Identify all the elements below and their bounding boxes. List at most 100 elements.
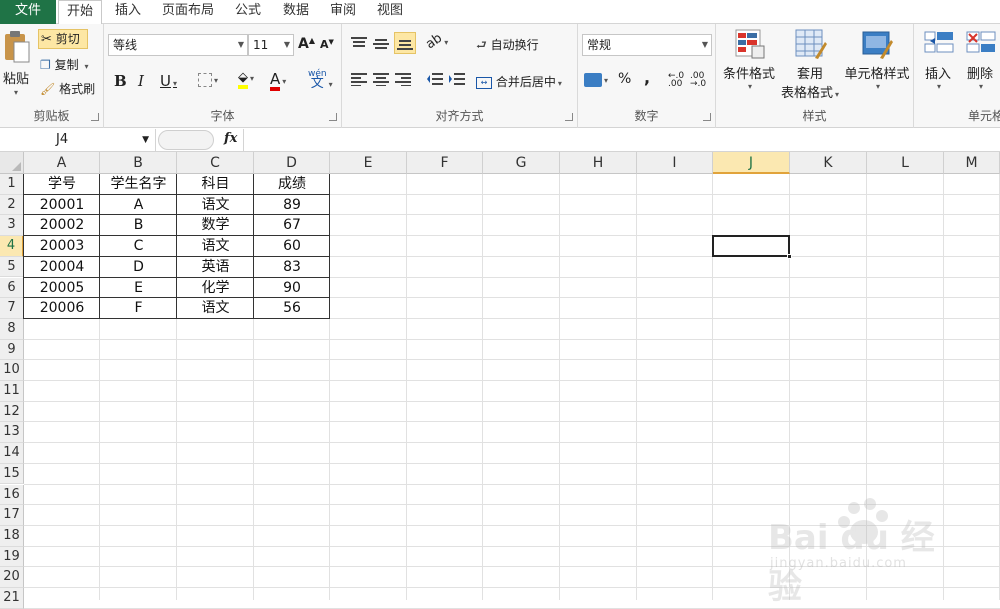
comma-button[interactable]: ,	[644, 68, 650, 87]
cell-a3[interactable]: 20002	[24, 215, 100, 236]
copy-button[interactable]: ❐ 复制 ▾	[40, 56, 88, 76]
font-color-button[interactable]: A ▾	[270, 70, 286, 91]
insert-cells-button[interactable]: 插入 ▾	[918, 28, 958, 98]
column-header-j[interactable]: J	[713, 152, 790, 174]
cell-b7[interactable]: F	[100, 298, 177, 319]
cell-b2[interactable]: A	[100, 195, 177, 216]
number-launcher-icon[interactable]	[703, 113, 711, 121]
conditional-format-button[interactable]: 条件格式 ▾	[718, 28, 780, 98]
select-all-corner[interactable]	[0, 152, 24, 174]
align-middle-button[interactable]	[372, 36, 390, 53]
column-header-d[interactable]: D	[254, 152, 330, 174]
active-cell-highlight[interactable]	[712, 235, 790, 257]
cell-b3[interactable]: B	[100, 215, 177, 236]
row-header-18[interactable]: 18	[0, 525, 24, 547]
cell-c1[interactable]: 科目	[177, 174, 254, 195]
fill-color-button[interactable]: ⬙ ▾	[238, 70, 254, 89]
row-header-4[interactable]: 4	[0, 236, 24, 257]
tab-insert[interactable]: 插入	[108, 0, 148, 24]
cell-c6[interactable]: 化学	[177, 278, 254, 299]
decrease-decimal-button[interactable]: .00 →.0	[690, 72, 706, 89]
cell-a1[interactable]: 学号	[24, 174, 100, 195]
column-header-m[interactable]: M	[944, 152, 1000, 174]
merge-center-button[interactable]: ↔ 合并后居中 ▾	[476, 73, 562, 90]
accounting-format-button[interactable]: ▾	[584, 72, 608, 87]
align-center-button[interactable]	[372, 72, 390, 89]
column-header-i[interactable]: I	[637, 152, 713, 174]
name-box[interactable]: J4 ▼	[0, 129, 156, 151]
row-header-10[interactable]: 10	[0, 360, 24, 381]
cell-d1[interactable]: 成绩	[254, 174, 330, 195]
cell-a4[interactable]: 20003	[24, 236, 100, 257]
paste-button[interactable]: 粘贴 ▾	[2, 28, 32, 108]
orientation-button[interactable]: ab▾	[423, 31, 448, 53]
cell-a2[interactable]: 20001	[24, 195, 100, 216]
italic-button[interactable]: I	[138, 72, 144, 90]
tab-file[interactable]: 文件	[0, 0, 56, 24]
align-top-button[interactable]	[350, 36, 368, 53]
delete-cells-button[interactable]: 删除 ▾	[960, 28, 1000, 98]
row-header-21[interactable]: 21	[0, 588, 24, 609]
bold-button[interactable]: B	[114, 72, 127, 90]
row-header-9[interactable]: 9	[0, 339, 24, 361]
cell-d2[interactable]: 89	[254, 195, 330, 216]
font-launcher-icon[interactable]	[329, 113, 337, 121]
column-header-h[interactable]: H	[560, 152, 637, 174]
row-header-13[interactable]: 13	[0, 422, 24, 444]
fill-handle[interactable]	[787, 253, 792, 259]
cell-c7[interactable]: 语文	[177, 298, 254, 319]
row-header-16[interactable]: 16	[0, 484, 24, 506]
cell-b1[interactable]: 学生名字	[100, 174, 177, 195]
format-painter-button[interactable]: 🖌 格式刷	[40, 80, 95, 100]
align-bottom-button[interactable]	[394, 32, 416, 54]
row-header-2[interactable]: 2	[0, 194, 24, 216]
alignment-launcher-icon[interactable]	[565, 113, 573, 121]
row-header-14[interactable]: 14	[0, 443, 24, 464]
formula-input[interactable]	[243, 129, 1000, 151]
cell-c4[interactable]: 语文	[177, 236, 254, 257]
tab-home[interactable]: 开始	[58, 0, 102, 25]
align-right-button[interactable]	[394, 72, 412, 89]
cell-b5[interactable]: D	[100, 257, 177, 278]
clipboard-launcher-icon[interactable]	[91, 113, 99, 121]
cell-d4[interactable]: 60	[254, 236, 330, 257]
cell-c3[interactable]: 数学	[177, 215, 254, 236]
column-header-l[interactable]: L	[867, 152, 944, 174]
cell-c5[interactable]: 英语	[177, 257, 254, 278]
cell-styles-button[interactable]: 单元格样式 ▾	[842, 28, 912, 98]
cell-b6[interactable]: E	[100, 278, 177, 299]
cell-d6[interactable]: 90	[254, 278, 330, 299]
percent-button[interactable]: %	[618, 71, 631, 87]
row-header-3[interactable]: 3	[0, 215, 24, 237]
column-header-f[interactable]: F	[407, 152, 483, 174]
formula-cancel-enter-area[interactable]	[158, 130, 214, 150]
row-header-12[interactable]: 12	[0, 401, 24, 423]
column-header-e[interactable]: E	[330, 152, 407, 174]
number-format-combo[interactable]: 常规 ▼	[582, 34, 712, 56]
cell-a6[interactable]: 20005	[24, 278, 100, 299]
row-header-15[interactable]: 15	[0, 463, 24, 485]
column-header-b[interactable]: B	[100, 152, 177, 174]
row-header-6[interactable]: 6	[0, 277, 24, 299]
increase-indent-button[interactable]	[448, 72, 466, 89]
column-header-k[interactable]: K	[790, 152, 867, 174]
underline-button[interactable]: U ▾	[160, 72, 177, 90]
tab-data[interactable]: 数据	[276, 0, 316, 24]
font-name-combo[interactable]: 等线 ▼	[108, 34, 248, 56]
align-left-button[interactable]	[350, 72, 368, 89]
cell-d7[interactable]: 56	[254, 298, 330, 319]
insert-function-icon[interactable]: fx	[224, 131, 237, 146]
column-header-g[interactable]: G	[483, 152, 560, 174]
tab-formulas[interactable]: 公式	[228, 0, 268, 24]
borders-button[interactable]: ▾	[198, 72, 218, 87]
decrease-indent-button[interactable]	[426, 72, 444, 89]
font-size-combo[interactable]: 11 ▼	[248, 34, 294, 56]
cut-button[interactable]: ✂ 剪切	[38, 29, 88, 49]
format-as-table-button[interactable]: 套用 表格格式 ▾	[778, 28, 842, 106]
cell-b4[interactable]: C	[100, 236, 177, 257]
row-header-19[interactable]: 19	[0, 546, 24, 568]
cell-d3[interactable]: 67	[254, 215, 330, 236]
shrink-font-button[interactable]: A▼	[320, 38, 334, 51]
row-header-7[interactable]: 7	[0, 298, 24, 319]
tab-review[interactable]: 审阅	[323, 0, 363, 24]
